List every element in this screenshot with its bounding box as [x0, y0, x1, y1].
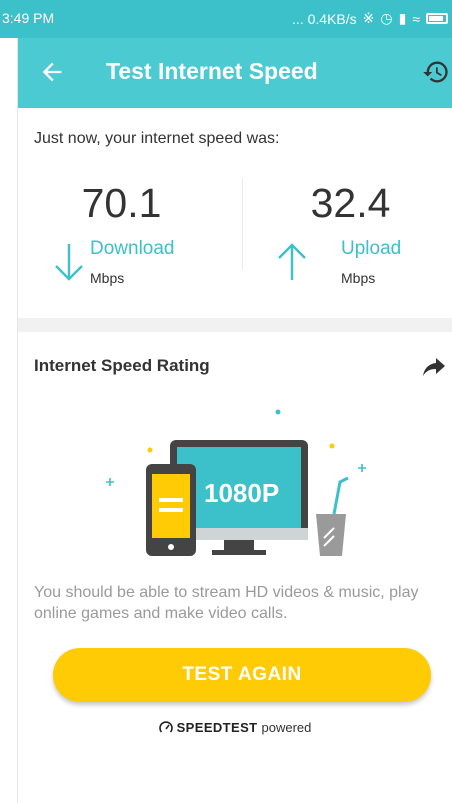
wifi-icon: ≈ [412, 10, 420, 27]
history-icon[interactable] [422, 58, 450, 86]
drink-cup [316, 514, 346, 556]
drink-straw [332, 476, 349, 515]
decor-plus [106, 478, 114, 486]
speed-rating-card: Internet Speed Rating 1080P You should b… [18, 332, 452, 803]
arrow-left-icon[interactable] [38, 58, 66, 86]
bluetooth-icon: ※ [362, 10, 375, 26]
result-intro: Just now, your internet speed was: [34, 130, 280, 147]
network-speed: ... 0.4KB/s [292, 10, 357, 27]
monitor-base [212, 550, 266, 555]
decor-dot [275, 409, 281, 415]
upload-label: Upload [341, 238, 402, 259]
share-icon[interactable] [422, 356, 446, 378]
upload-value: 32.4 [310, 180, 391, 226]
upload-result: 32.4 Upload Mbps [235, 166, 452, 286]
alarm-icon: ◷ [380, 10, 393, 26]
status-icons: ... 0.4KB/s ※ ◷ ▮ ≈ [292, 10, 448, 27]
battery-icon [426, 13, 448, 24]
decor-dot [147, 447, 153, 453]
speed-result-card: Just now, your internet speed was: 70.1 … [18, 108, 452, 318]
section-separator [18, 318, 452, 332]
arrow-down-icon [55, 244, 83, 281]
download-result: 70.1 Download Mbps [18, 166, 235, 286]
hd-video-illustration: 1080P [106, 409, 366, 556]
signal-icon: ▮ [398, 10, 407, 26]
download-unit: Mbps [90, 270, 125, 286]
phone-line [159, 498, 183, 502]
page-edge [0, 0, 18, 803]
speedtest-brand: SPEEDTEST [176, 720, 258, 735]
upload-unit: Mbps [341, 270, 376, 286]
status-time: 3:49 PM [2, 10, 55, 26]
phone-home-button [168, 544, 174, 550]
download-label: Download [90, 238, 175, 259]
decor-dot [329, 443, 335, 449]
speedtest-gauge-icon [158, 720, 173, 733]
rating-title: Internet Speed Rating [34, 356, 210, 375]
download-value: 70.1 [81, 180, 162, 226]
arrow-up-icon [278, 243, 306, 280]
phone-screen [152, 474, 190, 538]
speedtest-powered-logo: SPEEDTEST powered [18, 720, 452, 735]
phone-line [159, 508, 183, 512]
status-bar: 3:49 PM ... 0.4KB/s ※ ◷ ▮ ≈ [0, 0, 452, 38]
test-again-button[interactable]: TEST AGAIN [53, 648, 431, 702]
resolution-badge: 1080P [204, 478, 279, 508]
page-title: Test Internet Speed [106, 58, 318, 84]
powered-suffix: powered [261, 720, 312, 735]
decor-plus [358, 464, 366, 472]
app-bar: Test Internet Speed [18, 38, 452, 108]
rating-description: You should be able to stream HD videos &… [34, 584, 419, 622]
